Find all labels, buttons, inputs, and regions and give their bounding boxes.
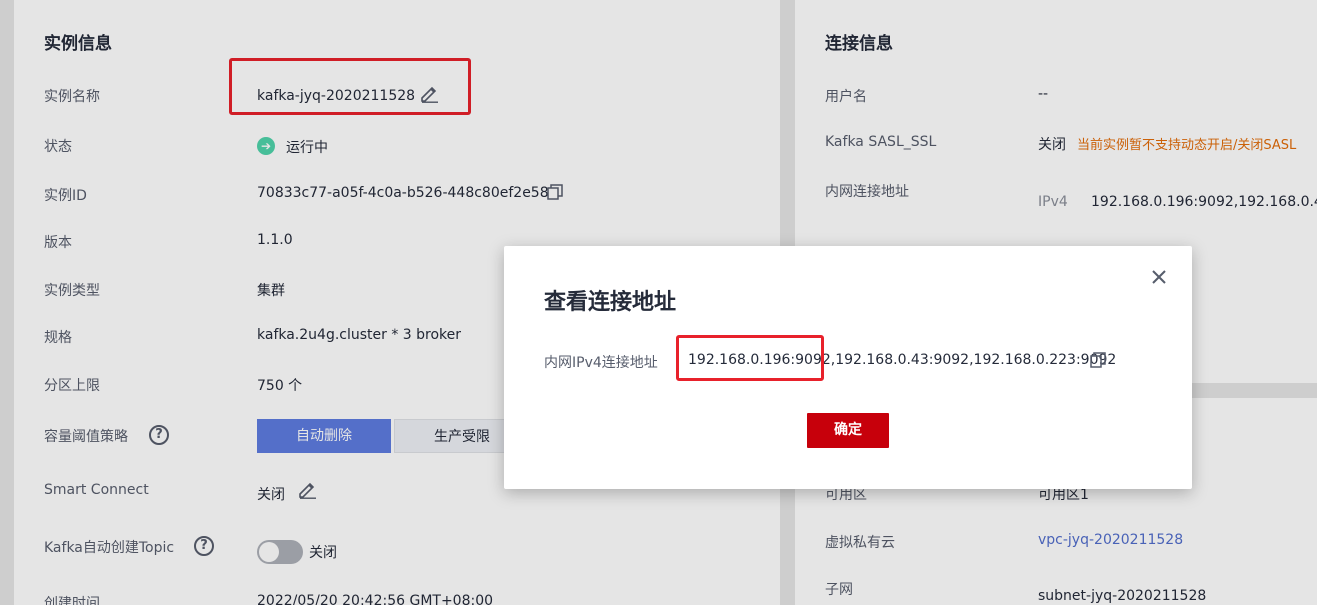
copy-address-icon[interactable] <box>1090 352 1106 368</box>
dialog-title: 查看连接地址 <box>544 290 677 315</box>
dialog-address-label: 内网IPv4连接地址 <box>544 355 658 371</box>
confirm-button[interactable]: 确定 <box>807 413 889 448</box>
highlight-first-address <box>676 335 824 381</box>
connection-address-dialog: 查看连接地址 内网IPv4连接地址 192.168.0.196:9092,192… <box>504 246 1192 489</box>
page: 实例信息 实例名称 kafka-jyq-2020211528 状态 ➔ 运行中 … <box>0 0 1317 605</box>
close-icon[interactable] <box>1150 268 1168 286</box>
